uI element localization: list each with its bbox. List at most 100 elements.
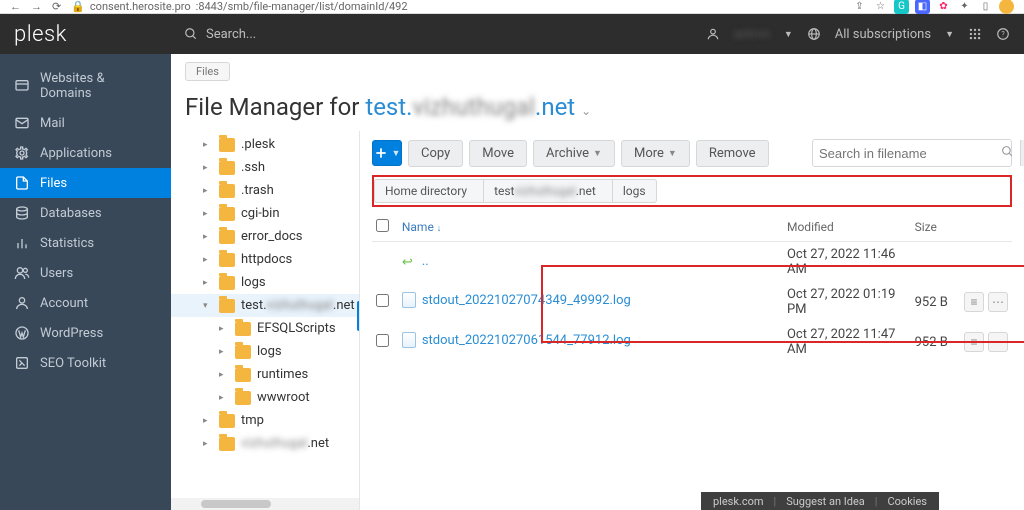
ext-teal-icon[interactable]: G: [894, 0, 909, 14]
folder-icon: [235, 345, 251, 359]
tree-toggle-icon[interactable]: ▸: [203, 439, 213, 449]
breadcrumb-segment[interactable]: logs: [612, 179, 657, 203]
tree-splitter-handle[interactable]: [357, 301, 360, 331]
tree-item[interactable]: ▸logs: [171, 271, 359, 294]
col-modified[interactable]: Modified: [783, 213, 911, 242]
star-icon[interactable]: ☆: [873, 0, 888, 14]
remove-button[interactable]: Remove: [696, 140, 769, 167]
help-icon[interactable]: ?: [996, 27, 1010, 41]
sidebar-item-wordpress[interactable]: WordPress: [0, 318, 171, 348]
select-all-checkbox[interactable]: [376, 219, 389, 232]
sidebar-item-account[interactable]: Account: [0, 288, 171, 318]
tree-item[interactable]: ▸runtimes: [171, 363, 359, 386]
tree-item[interactable]: ▾test.vizhuthugal.net: [171, 294, 359, 317]
reload-icon[interactable]: ⟳: [52, 0, 61, 13]
tree-toggle-icon[interactable]: ▸: [203, 209, 213, 219]
row-menu-button[interactable]: ≡: [964, 332, 984, 352]
sidebar-item-statistics[interactable]: Statistics: [0, 228, 171, 258]
tree-item-label: vizhuthugal.net: [241, 436, 329, 451]
tree-toggle-icon[interactable]: ▸: [219, 347, 229, 357]
tree-item[interactable]: ▸cgi-bin: [171, 202, 359, 225]
ext-red-icon[interactable]: ✿: [936, 0, 951, 14]
file-tree[interactable]: ▸.plesk▸.ssh▸.trash▸cgi-bin▸error_docs▸h…: [171, 131, 360, 510]
global-search[interactable]: Search...: [184, 27, 706, 42]
files-icon: [14, 175, 30, 191]
tree-item[interactable]: ▸error_docs: [171, 225, 359, 248]
sub-chevron-icon[interactable]: ▼: [945, 29, 954, 40]
file-link[interactable]: stdout_20221027061544_77912.log: [402, 332, 631, 348]
subscriptions-label[interactable]: All subscriptions: [835, 27, 931, 42]
tree-toggle-icon[interactable]: ▸: [219, 393, 229, 403]
page-title-domain[interactable]: test.vizhuthugal.net: [365, 93, 575, 121]
brand-logo[interactable]: plesk: [0, 14, 171, 54]
row-checkbox[interactable]: [376, 334, 389, 347]
sidebar-item-websites[interactable]: Websites & Domains: [0, 64, 171, 108]
move-button[interactable]: Move: [469, 140, 527, 167]
file-search[interactable]: ▼: [812, 139, 1012, 167]
sidebar-item-databases[interactable]: Databases: [0, 198, 171, 228]
tree-item[interactable]: ▸httpdocs: [171, 248, 359, 271]
tree-item[interactable]: ▸EFSQLScripts: [171, 317, 359, 340]
puzzle-icon[interactable]: ✦: [957, 0, 972, 14]
footer-suggest-link[interactable]: Suggest an Idea: [786, 495, 865, 508]
sidebar-item-files[interactable]: Files: [0, 168, 171, 198]
tree-toggle-icon[interactable]: ▸: [203, 186, 213, 196]
tree-toggle-icon[interactable]: ▸: [203, 255, 213, 265]
file-icon: [402, 292, 416, 308]
title-chevron-icon[interactable]: ⌄: [581, 104, 591, 118]
tree-scrollbar[interactable]: [171, 498, 359, 510]
username[interactable]: admin: [734, 27, 770, 42]
sidebar-item-users[interactable]: Users: [0, 258, 171, 288]
user-icon[interactable]: [706, 27, 720, 41]
tree-toggle-icon[interactable]: ▸: [219, 324, 229, 334]
folder-icon: [235, 322, 251, 336]
tree-item[interactable]: ▸.trash: [171, 179, 359, 202]
row-menu-button[interactable]: ≡: [964, 292, 984, 312]
ext-blue-icon[interactable]: ◧: [915, 0, 930, 14]
grid-icon[interactable]: [968, 27, 982, 41]
sidebar-item-mail[interactable]: Mail: [0, 108, 171, 138]
breadcrumb-segment[interactable]: testvizhuthugal.net: [483, 179, 612, 203]
tree-toggle-icon[interactable]: ▸: [203, 163, 213, 173]
footer-plesk-link[interactable]: plesk.com: [713, 495, 764, 508]
back-icon[interactable]: ←: [10, 0, 21, 13]
address-bar[interactable]: 🔒 consent.herosite.pro:8443/smb/file-man…: [71, 0, 407, 13]
tree-toggle-icon[interactable]: ▸: [203, 232, 213, 242]
tree-toggle-icon[interactable]: ▸: [203, 416, 213, 426]
share-icon[interactable]: ⇪: [852, 0, 867, 14]
breadcrumb-segment[interactable]: Home directory: [374, 179, 483, 203]
row-more-button[interactable]: ⋯: [988, 292, 1008, 312]
sidebar-item-seo[interactable]: SEO Toolkit: [0, 348, 171, 378]
tree-toggle-icon[interactable]: ▸: [203, 140, 213, 150]
row-checkbox[interactable]: [376, 294, 389, 307]
tree-toggle-icon[interactable]: ▾: [203, 301, 213, 311]
side-panel-icon[interactable]: ▯: [978, 0, 993, 14]
user-chevron-icon[interactable]: ▼: [784, 29, 793, 40]
tree-item[interactable]: ▸tmp: [171, 409, 359, 432]
file-search-options[interactable]: ▼: [1020, 140, 1024, 166]
forward-icon[interactable]: →: [31, 0, 42, 13]
tree-item[interactable]: ▸.ssh: [171, 156, 359, 179]
file-search-input[interactable]: [819, 146, 995, 161]
archive-button[interactable]: Archive▼: [533, 140, 615, 167]
file-link[interactable]: stdout_20221027074349_49992.log: [402, 292, 631, 308]
file-link[interactable]: ↩..: [402, 254, 429, 269]
file-search-icon[interactable]: [1001, 145, 1014, 162]
tree-item[interactable]: ▸ vizhuthugal.net: [171, 432, 359, 455]
col-name[interactable]: Name ↓: [398, 213, 783, 242]
page-crumb-chip[interactable]: Files: [185, 62, 230, 81]
new-button[interactable]: ▼: [372, 140, 402, 166]
more-button[interactable]: More▼: [621, 140, 690, 167]
tree-item[interactable]: ▸.plesk: [171, 133, 359, 156]
tree-toggle-icon[interactable]: ▸: [203, 278, 213, 288]
footer-cookies-link[interactable]: Cookies: [887, 495, 926, 508]
sidebar-item-applications[interactable]: Applications: [0, 138, 171, 168]
tree-toggle-icon[interactable]: ▸: [219, 370, 229, 380]
row-more-button[interactable]: ⋯: [988, 332, 1008, 352]
tree-item[interactable]: ▸logs: [171, 340, 359, 363]
tree-item[interactable]: ▸wwwroot: [171, 386, 359, 409]
profile-avatar-icon[interactable]: [999, 0, 1014, 14]
page-title-prefix: File Manager for: [185, 93, 365, 121]
copy-button[interactable]: Copy: [408, 140, 463, 167]
col-size[interactable]: Size: [911, 213, 960, 242]
